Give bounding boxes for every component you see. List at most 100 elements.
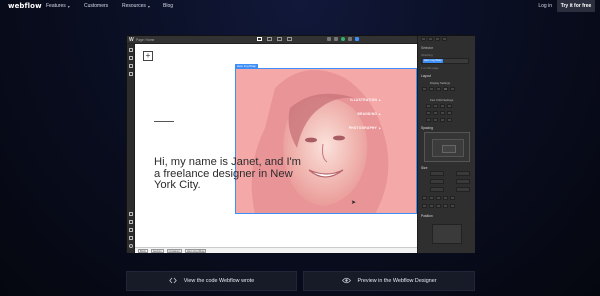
settings-tab-icon[interactable] bbox=[428, 37, 433, 41]
overflow-auto-icon[interactable] bbox=[443, 196, 448, 200]
nav-item-label: Resources bbox=[122, 3, 146, 9]
desktop-icon[interactable] bbox=[257, 37, 262, 41]
order-first-icon[interactable] bbox=[426, 118, 431, 122]
align-end-icon[interactable] bbox=[447, 111, 452, 115]
view-code-card[interactable]: View the code Webflow wrote bbox=[126, 271, 297, 291]
eye-icon bbox=[341, 277, 351, 286]
nav-item-label: Customers bbox=[84, 3, 109, 9]
breadcrumb-body[interactable]: Body bbox=[138, 248, 148, 253]
overflow-scroll-icon[interactable] bbox=[436, 196, 441, 200]
flex-child-label: Flex Child Settings bbox=[430, 98, 454, 102]
inheriting-label: Inheriting bbox=[421, 53, 433, 57]
designer-topbar: W Page: Home bbox=[127, 36, 417, 44]
pages-icon[interactable] bbox=[129, 212, 133, 216]
display-block-icon[interactable] bbox=[422, 87, 427, 91]
flex-custom-icon[interactable] bbox=[447, 104, 452, 108]
overflow-hidden-icon[interactable] bbox=[429, 196, 434, 200]
settings-icon[interactable] bbox=[129, 236, 133, 240]
nav-item-features[interactable]: Features ▾ bbox=[46, 3, 70, 9]
preview-icon[interactable] bbox=[355, 37, 359, 41]
try-free-button[interactable]: Try it for free bbox=[557, 0, 595, 12]
navigator-icon[interactable] bbox=[129, 56, 133, 60]
nav-item-blog[interactable]: Blog bbox=[163, 3, 173, 9]
breadcrumb-hero-img-wrap[interactable]: Hero Img Wrap bbox=[184, 248, 207, 253]
flex-shrink-icon[interactable] bbox=[426, 104, 431, 108]
design-canvas[interactable]: + ILLUSTRATION ▸ BRANDING ▸ PHOTOGRAPHY … bbox=[135, 44, 417, 247]
order-custom-icon[interactable] bbox=[440, 118, 445, 122]
droplet-tab-icon[interactable] bbox=[442, 37, 447, 41]
max-width-field[interactable] bbox=[430, 187, 444, 192]
assets-icon[interactable] bbox=[129, 72, 133, 76]
help-icon[interactable] bbox=[129, 244, 133, 248]
overflow-more-icon[interactable] bbox=[450, 196, 455, 200]
tablet-icon[interactable] bbox=[267, 37, 272, 41]
cms-icon[interactable] bbox=[129, 220, 133, 224]
chevron-down-icon: ▾ bbox=[147, 3, 150, 9]
preview-designer-label: Preview in the Webflow Designer bbox=[357, 278, 437, 284]
redo-icon[interactable] bbox=[334, 37, 338, 41]
status-icon[interactable] bbox=[341, 37, 345, 41]
class-tag[interactable]: Hero Img Wrap bbox=[423, 59, 443, 63]
code-icon[interactable] bbox=[348, 37, 352, 41]
add-panel-icon[interactable] bbox=[129, 48, 133, 52]
mobile-landscape-icon[interactable] bbox=[277, 37, 282, 41]
panel-tabs bbox=[421, 37, 447, 41]
add-element-icon[interactable]: + bbox=[143, 51, 153, 61]
preview-designer-card[interactable]: Preview in the Webflow Designer bbox=[303, 271, 475, 291]
mobile-portrait-icon[interactable] bbox=[287, 37, 292, 41]
hero-heading[interactable]: Hi, my name is Janet, and I'm a freelanc… bbox=[154, 156, 304, 192]
display-settings-label: Display Settings bbox=[430, 81, 451, 85]
display-inline-icon[interactable] bbox=[443, 87, 448, 91]
nav-item-resources[interactable]: Resources ▾ bbox=[122, 3, 150, 9]
padding-box[interactable] bbox=[432, 139, 464, 157]
undo-icon[interactable] bbox=[327, 37, 331, 41]
height-field[interactable] bbox=[456, 171, 470, 176]
align-start-icon[interactable] bbox=[433, 111, 438, 115]
position-section[interactable]: Position bbox=[421, 214, 433, 218]
order-none-icon[interactable] bbox=[447, 118, 452, 122]
width-field[interactable] bbox=[430, 171, 444, 176]
min-width-field[interactable] bbox=[430, 179, 444, 184]
align-center-icon[interactable] bbox=[440, 111, 445, 115]
overflow-visible-icon[interactable] bbox=[422, 196, 427, 200]
selection-tag[interactable]: Hero Img Wrap bbox=[235, 64, 258, 68]
max-height-field[interactable] bbox=[456, 187, 470, 192]
display-none-icon[interactable] bbox=[450, 87, 455, 91]
flex-grow-icon[interactable] bbox=[433, 104, 438, 108]
fit-contain-icon[interactable] bbox=[429, 204, 434, 208]
page-selector[interactable]: Page: Home bbox=[136, 38, 154, 42]
mouse-cursor-icon: ➤ bbox=[351, 200, 357, 206]
webflow-logo[interactable]: webflow bbox=[8, 2, 42, 10]
fit-none-icon[interactable] bbox=[443, 204, 448, 208]
fit-cover-icon[interactable] bbox=[436, 204, 441, 208]
device-switcher bbox=[257, 37, 292, 41]
fit-scale-icon[interactable] bbox=[450, 204, 455, 208]
divider-line bbox=[154, 121, 174, 122]
nav-item-customers[interactable]: Customers bbox=[84, 3, 108, 9]
display-flex-icon[interactable] bbox=[429, 87, 434, 91]
breadcrumb-section[interactable]: Section bbox=[150, 248, 164, 253]
display-grid-icon[interactable] bbox=[436, 87, 441, 91]
flex-none-icon[interactable] bbox=[440, 104, 445, 108]
align-auto-icon[interactable] bbox=[426, 111, 431, 115]
style-tab-icon[interactable] bbox=[421, 37, 426, 41]
min-height-field[interactable] bbox=[456, 179, 470, 184]
ecommerce-icon[interactable] bbox=[129, 228, 133, 232]
layout-section[interactable]: Layout bbox=[421, 74, 431, 78]
webflow-w-icon[interactable]: W bbox=[129, 37, 134, 43]
fit-fill-icon[interactable] bbox=[422, 204, 427, 208]
interactions-tab-icon[interactable] bbox=[435, 37, 440, 41]
left-toolbar bbox=[127, 44, 135, 253]
designer-preview: W Page: Home + ILLUSTRATION ▸ BRANDING ▸… bbox=[126, 35, 475, 253]
style-panel: Selector Inheriting Hero Img Wrap 1 on t… bbox=[417, 36, 475, 253]
size-section[interactable]: Size bbox=[421, 166, 427, 170]
spacing-box-model[interactable] bbox=[424, 132, 470, 162]
nav-item-label: Blog bbox=[163, 3, 174, 9]
breadcrumb-container[interactable]: Container bbox=[166, 248, 182, 253]
spacing-section[interactable]: Spacing bbox=[421, 126, 433, 130]
symbols-icon[interactable] bbox=[129, 64, 133, 68]
display-options bbox=[422, 87, 455, 91]
login-link[interactable]: Log in bbox=[538, 3, 552, 9]
order-last-icon[interactable] bbox=[433, 118, 438, 122]
position-selector[interactable] bbox=[432, 224, 462, 244]
